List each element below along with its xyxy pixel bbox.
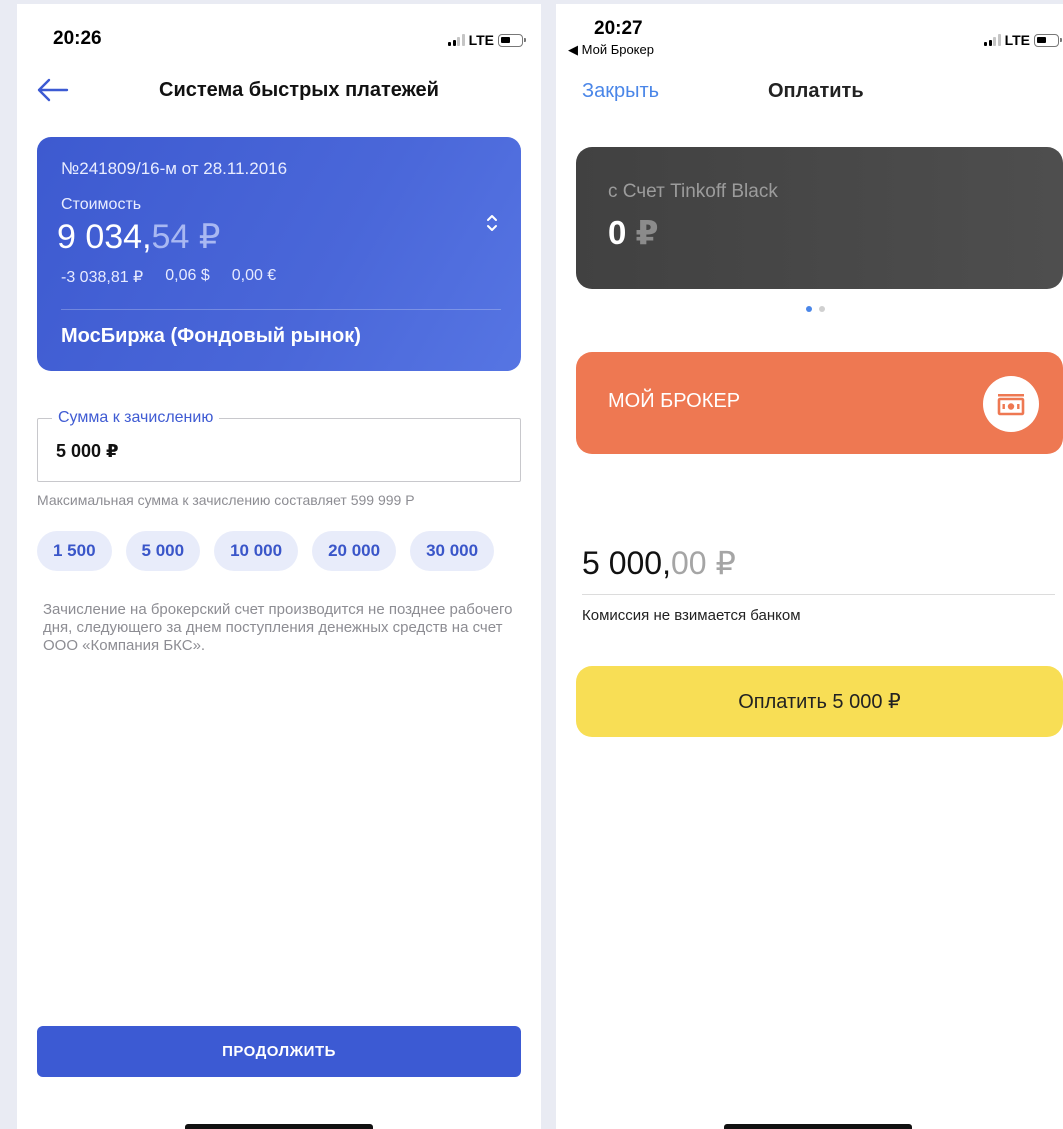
status-indicators: LTE xyxy=(448,32,526,48)
status-time: 20:26 xyxy=(53,28,102,49)
battery-icon xyxy=(498,33,526,47)
amount-chip[interactable]: 10 000 xyxy=(214,531,299,571)
home-indicator[interactable] xyxy=(724,1124,912,1129)
banknote-icon xyxy=(983,376,1039,432)
pager-dot-active[interactable] xyxy=(806,306,812,312)
signal-icon xyxy=(984,34,1001,46)
balance-rub: -3 038,81 ₽ xyxy=(61,269,144,286)
pager-dot[interactable] xyxy=(819,306,825,312)
amount-chips: 1 500 5 000 10 000 20 000 30 000 xyxy=(37,531,495,571)
network-type: LTE xyxy=(1004,32,1030,48)
status-time: 20:27 xyxy=(594,18,643,39)
source-account-balance: 0 ₽ xyxy=(608,213,659,252)
payment-amount[interactable]: 5 000,00 ₽ xyxy=(582,544,736,582)
amount-input[interactable]: Сумма к зачислению 5 000 ₽ xyxy=(37,409,521,482)
amount-chip[interactable]: 30 000 xyxy=(410,531,495,571)
account-value-int: 9 034, xyxy=(57,218,152,256)
destination-card[interactable]: МОЙ БРОКЕР xyxy=(576,352,1063,454)
payment-amount-frac: 00 ₽ xyxy=(670,545,736,581)
amount-divider xyxy=(582,594,1055,595)
exchange-name: МосБиржа (Фондовый рынок) xyxy=(61,325,361,347)
continue-button[interactable]: ПРОДОЛЖИТЬ xyxy=(37,1026,521,1077)
amount-chip[interactable]: 20 000 xyxy=(312,531,397,571)
cost-label: Стоимость xyxy=(61,196,142,213)
balance-usd: 0,06 $ xyxy=(165,267,210,284)
page-title: Система быстрых платежей xyxy=(159,79,439,101)
amount-chip[interactable]: 5 000 xyxy=(125,531,201,571)
source-account-label: с Счет Tinkoff Black xyxy=(608,181,778,202)
home-indicator[interactable] xyxy=(185,1124,373,1129)
source-balance-currency: ₽ xyxy=(635,214,659,251)
card-divider xyxy=(61,309,501,310)
info-note: Зачисление на брокерский счет производит… xyxy=(43,601,513,654)
back-to-app-link[interactable]: ◀ Мой Брокер xyxy=(568,42,654,58)
card-pager xyxy=(806,306,825,312)
chevron-up-down-icon[interactable] xyxy=(485,212,499,234)
close-button[interactable]: Закрыть xyxy=(582,80,659,103)
amount-hint: Максимальная сумма к зачислению составля… xyxy=(37,492,415,508)
account-value-frac: 54 ₽ xyxy=(151,218,221,256)
battery-icon xyxy=(1034,33,1062,47)
commission-note: Комиссия не взимается банком xyxy=(582,607,801,624)
contract-number: №241809/16-м от 28.11.2016 xyxy=(61,159,288,178)
amount-input-label: Сумма к зачислению xyxy=(52,409,220,427)
balance-eur: 0,00 € xyxy=(231,267,277,284)
network-type: LTE xyxy=(468,32,494,48)
left-screen: 20:26 LTE Система быстрых платежей №2418… xyxy=(17,4,541,1129)
page-title: Оплатить xyxy=(768,80,864,102)
account-card[interactable]: №241809/16-м от 28.11.2016 Стоимость 9 0… xyxy=(37,137,521,371)
status-indicators: LTE xyxy=(984,32,1062,48)
right-screen: 20:27 ◀ Мой Брокер LTE Закрыть Оплатить … xyxy=(556,4,1063,1129)
destination-label: МОЙ БРОКЕР xyxy=(608,390,741,412)
source-balance-value: 0 xyxy=(608,214,627,251)
amount-chip[interactable]: 1 500 xyxy=(37,531,112,571)
signal-icon xyxy=(448,34,465,46)
currency-balances: -3 038,81 ₽ 0,06 $ 0,00 € xyxy=(61,267,276,287)
payment-amount-int: 5 000, xyxy=(582,545,671,581)
pay-button[interactable]: Оплатить 5 000 ₽ xyxy=(576,666,1063,737)
source-account-card[interactable]: с Счет Tinkoff Black 0 ₽ xyxy=(576,147,1063,289)
amount-input-value[interactable]: 5 000 ₽ xyxy=(56,441,119,462)
account-value: 9 034,54 ₽ xyxy=(57,217,220,257)
